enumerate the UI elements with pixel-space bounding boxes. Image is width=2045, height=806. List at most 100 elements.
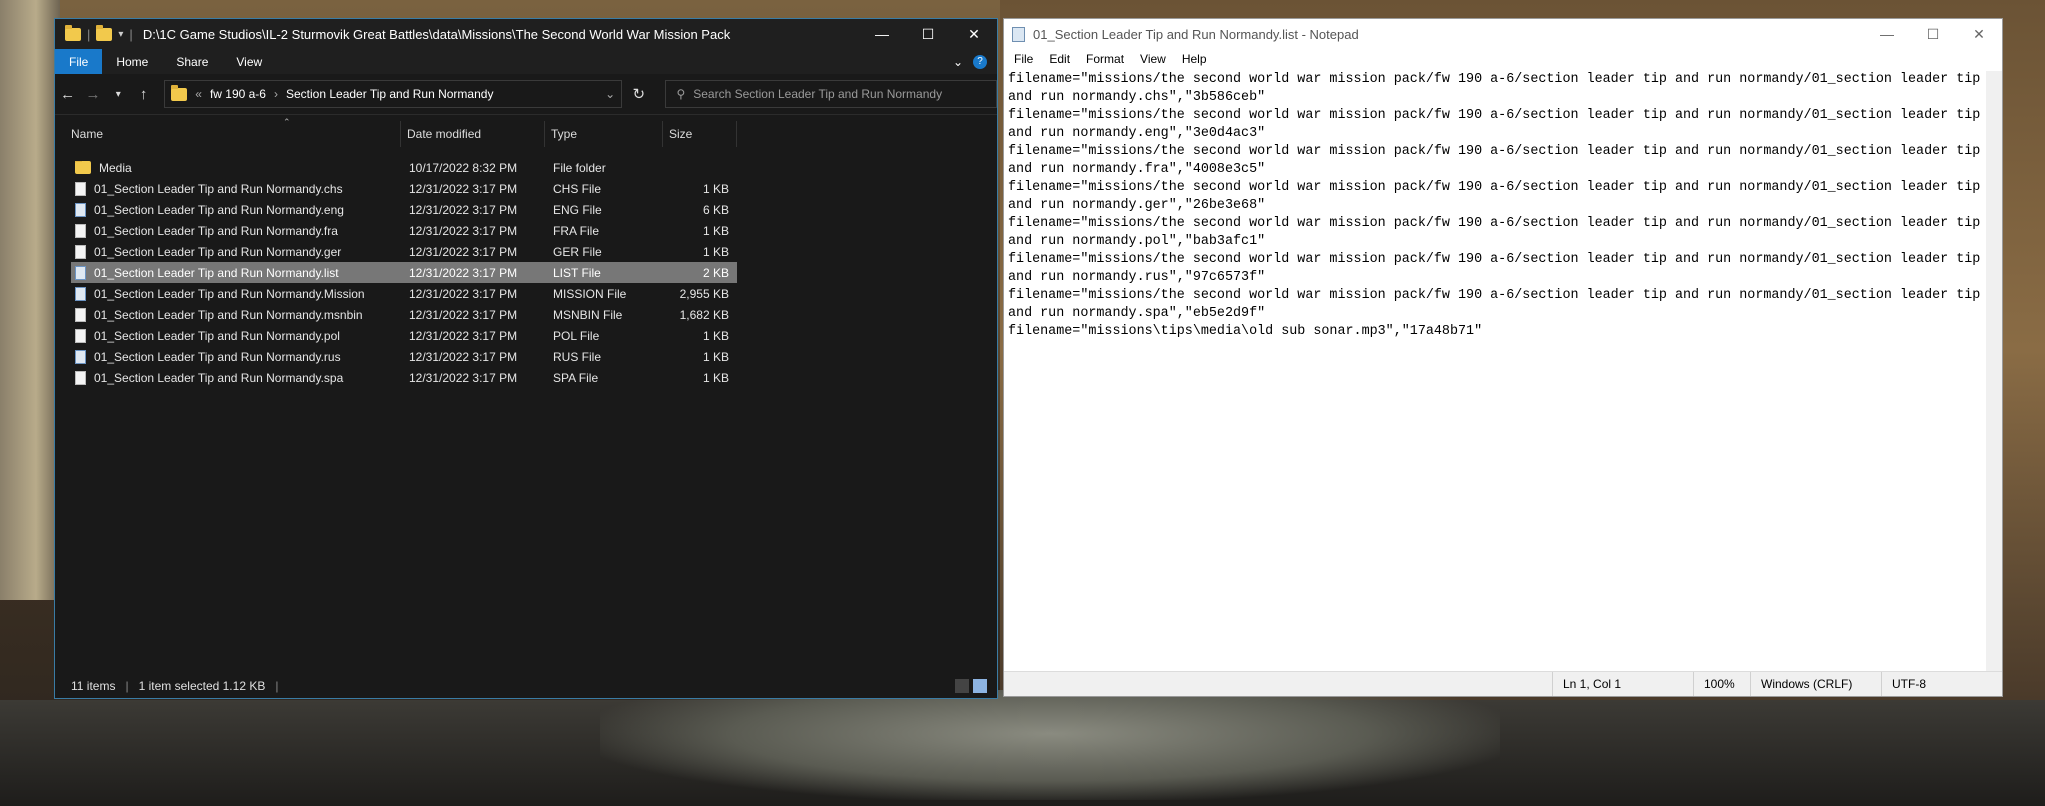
maximize-button[interactable]: ☐ <box>905 19 951 49</box>
file-type: MSNBIN File <box>553 307 623 322</box>
file-icon <box>75 328 86 343</box>
folder-icon <box>75 160 91 174</box>
column-size[interactable]: Size <box>663 121 737 147</box>
notepad-menu-bar: File Edit Format View Help <box>1004 49 2002 69</box>
notepad-titlebar[interactable]: 01_Section Leader Tip and Run Normandy.l… <box>1004 19 2002 49</box>
file-size: 1 KB <box>702 349 729 364</box>
file-size: 1,682 KB <box>679 307 729 322</box>
file-explorer-window: | ▾ | D:\1C Game Studios\IL-2 Sturmovik … <box>54 18 998 699</box>
back-arrow-icon[interactable]: ← <box>55 86 80 103</box>
background-aircraft <box>600 690 1500 800</box>
customize-quick-access-icon[interactable]: ▾ <box>118 29 123 40</box>
file-name: 01_Section Leader Tip and Run Normandy.M… <box>94 286 365 301</box>
file-date: 12/31/2022 3:17 PM <box>409 307 518 322</box>
expand-ribbon-icon[interactable]: ⌄ <box>953 55 963 69</box>
search-input[interactable]: ⚲ Search Section Leader Tip and Run Norm… <box>665 80 998 108</box>
folder-icon <box>65 24 81 41</box>
recent-locations-icon[interactable]: ▾ <box>106 89 131 100</box>
tab-file[interactable]: File <box>55 49 103 74</box>
address-bar[interactable]: « fw 190 a-6 › Section Leader Tip and Ru… <box>164 80 623 108</box>
file-type: RUS File <box>553 349 602 364</box>
address-overflow[interactable]: « <box>195 87 202 101</box>
address-folder-icon <box>171 84 188 101</box>
address-dropdown-icon[interactable]: ⌄ <box>605 87 615 101</box>
forward-arrow-icon[interactable]: → <box>80 86 105 103</box>
explorer-title-path: D:\1C Game Studios\IL-2 Sturmovik Great … <box>142 26 731 42</box>
menu-help[interactable]: Help <box>1182 52 1207 66</box>
file-list: Media 10/17/2022 8:32 PM File folder 01_… <box>55 157 997 388</box>
file-row-rus[interactable]: 01_Section Leader Tip and Run Normandy.r… <box>71 346 737 367</box>
file-type: MISSION File <box>553 286 627 301</box>
notepad-status-bar: Ln 1, Col 1 100% Windows (CRLF) UTF-8 <box>1004 671 2002 696</box>
file-type: ENG File <box>553 202 602 217</box>
file-date: 12/31/2022 3:17 PM <box>409 181 518 196</box>
file-size: 1 KB <box>702 181 729 196</box>
file-type: FRA File <box>553 223 600 238</box>
notepad-title: 01_Section Leader Tip and Run Normandy.l… <box>1033 26 1359 42</box>
file-image-icon <box>75 349 86 364</box>
breadcrumb-current-folder[interactable]: Section Leader Tip and Run Normandy <box>286 87 493 101</box>
file-date: 12/31/2022 3:17 PM <box>409 265 518 280</box>
file-image-icon <box>75 286 86 301</box>
file-date: 12/31/2022 3:17 PM <box>409 328 518 343</box>
file-row-ger[interactable]: 01_Section Leader Tip and Run Normandy.g… <box>71 241 737 262</box>
file-row-eng[interactable]: 01_Section Leader Tip and Run Normandy.e… <box>71 199 737 220</box>
line-ending: Windows (CRLF) <box>1750 672 1881 696</box>
maximize-button[interactable]: ☐ <box>1910 19 1956 49</box>
search-placeholder: Search Section Leader Tip and Run Norman… <box>693 87 943 101</box>
column-date-modified[interactable]: Date modified <box>401 121 545 147</box>
menu-format[interactable]: Format <box>1086 52 1124 66</box>
up-arrow-icon[interactable]: ↑ <box>131 86 156 103</box>
help-icon[interactable]: ? <box>973 54 987 69</box>
minimize-button[interactable]: — <box>1864 19 1910 49</box>
breadcrumb-separator-icon[interactable]: › <box>274 87 278 101</box>
column-type[interactable]: Type <box>545 121 663 147</box>
large-icons-view-icon[interactable] <box>973 679 987 693</box>
file-type: LIST File <box>553 265 601 280</box>
notepad-icon <box>1012 26 1025 42</box>
menu-file[interactable]: File <box>1014 52 1033 66</box>
ribbon-tabs: File Home Share View ⌄ ? <box>55 49 997 74</box>
tab-view[interactable]: View <box>222 49 276 74</box>
file-row-list-selected[interactable]: 01_Section Leader Tip and Run Normandy.l… <box>71 262 737 283</box>
vertical-scrollbar[interactable] <box>1986 71 2002 672</box>
close-button[interactable]: ✕ <box>951 19 997 49</box>
search-icon: ⚲ <box>676 87 686 101</box>
menu-view[interactable]: View <box>1140 52 1166 66</box>
file-date: 12/31/2022 3:17 PM <box>409 349 518 364</box>
column-name[interactable]: Name <box>55 121 401 147</box>
notepad-text-area[interactable]: filename="missions/the second world war … <box>1008 71 1986 672</box>
file-row-fra[interactable]: 01_Section Leader Tip and Run Normandy.f… <box>71 220 737 241</box>
zoom-level: 100% <box>1693 672 1750 696</box>
file-type: SPA File <box>553 370 599 385</box>
details-view-icon[interactable] <box>955 679 969 693</box>
column-header: Name Date modified Type Size ⌃ <box>55 115 997 147</box>
menu-edit[interactable]: Edit <box>1049 52 1070 66</box>
file-row-mission[interactable]: 01_Section Leader Tip and Run Normandy.M… <box>71 283 737 304</box>
selection-info: 1 item selected 1.12 KB <box>138 679 266 693</box>
sort-ascending-icon: ⌃ <box>283 117 291 127</box>
file-name: 01_Section Leader Tip and Run Normandy.r… <box>94 349 341 364</box>
file-row-pol[interactable]: 01_Section Leader Tip and Run Normandy.p… <box>71 325 737 346</box>
tab-share[interactable]: Share <box>162 49 222 74</box>
file-name: 01_Section Leader Tip and Run Normandy.m… <box>94 307 363 322</box>
file-date: 12/31/2022 3:17 PM <box>409 223 518 238</box>
breadcrumb-fw190a6[interactable]: fw 190 a-6 <box>210 87 266 101</box>
file-name: 01_Section Leader Tip and Run Normandy.l… <box>94 265 339 280</box>
minimize-button[interactable]: — <box>859 19 905 49</box>
file-size: 1 KB <box>702 244 729 259</box>
explorer-titlebar[interactable]: | ▾ | D:\1C Game Studios\IL-2 Sturmovik … <box>55 19 997 49</box>
close-button[interactable]: ✕ <box>1956 19 2002 49</box>
tab-home[interactable]: Home <box>102 49 162 74</box>
quick-access-folder-icon[interactable] <box>96 24 113 41</box>
file-row-msnbin[interactable]: 01_Section Leader Tip and Run Normandy.m… <box>71 304 737 325</box>
file-row-media[interactable]: Media 10/17/2022 8:32 PM File folder <box>71 157 737 178</box>
file-type: GER File <box>553 244 602 259</box>
refresh-icon[interactable]: ↻ <box>626 85 651 103</box>
file-row-chs[interactable]: 01_Section Leader Tip and Run Normandy.c… <box>71 178 737 199</box>
file-icon <box>75 181 86 196</box>
encoding: UTF-8 <box>1881 672 2002 696</box>
file-row-spa[interactable]: 01_Section Leader Tip and Run Normandy.s… <box>71 367 737 388</box>
file-size: 6 KB <box>702 202 729 217</box>
file-date: 12/31/2022 3:17 PM <box>409 202 518 217</box>
